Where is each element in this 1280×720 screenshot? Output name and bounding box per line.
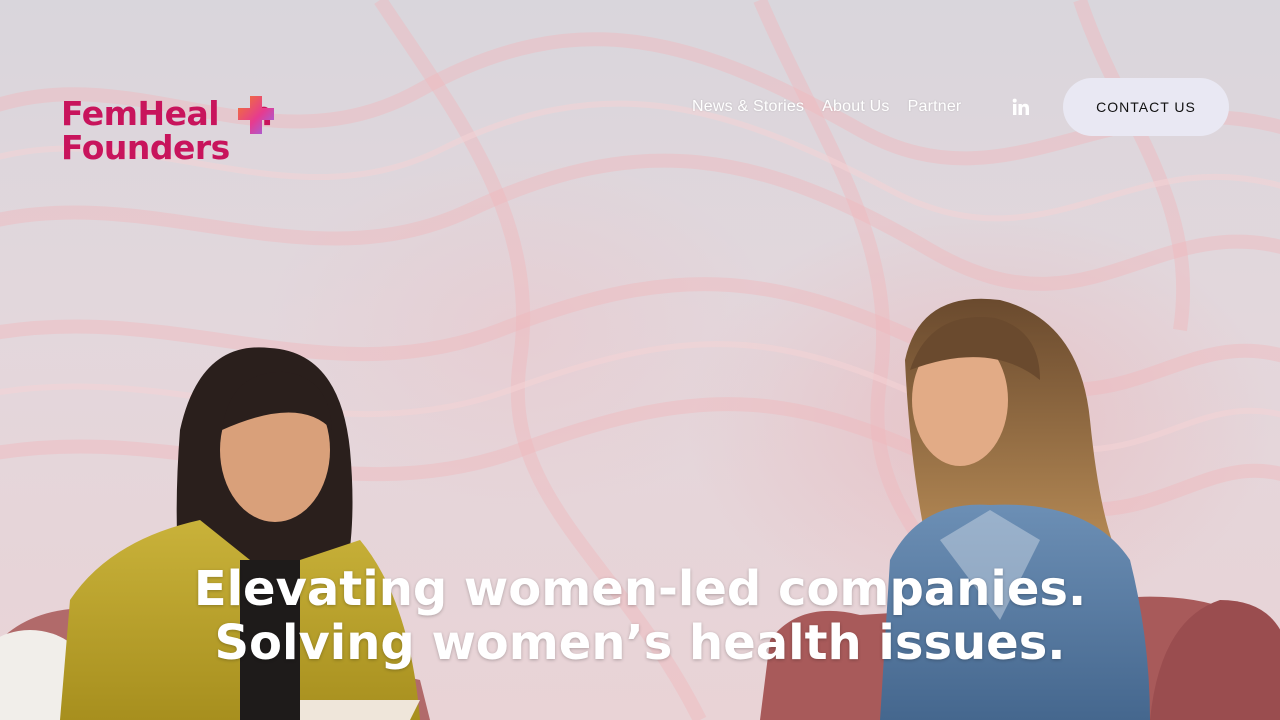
headline-line-2: Solving women’s health issues. <box>214 615 1066 671</box>
headline-line-1: Elevating women-led companies. <box>193 561 1087 617</box>
hero-headline: Elevating women-led companies. Solving w… <box>0 562 1280 670</box>
logo-plus-icon <box>238 96 274 134</box>
hero-section: FemHealh Founders News & Stories About U… <box>0 0 1280 720</box>
contact-us-button[interactable]: CONTACT US <box>1063 78 1229 136</box>
logo-text-line2: Founders <box>61 128 230 167</box>
main-navigation: News & Stories About Us Partner <box>692 96 961 118</box>
linkedin-icon[interactable] <box>1012 98 1030 116</box>
femhealth-founders-logo[interactable]: FemHealh Founders <box>61 96 301 168</box>
nav-about-us[interactable]: About Us <box>822 96 889 118</box>
nav-news-stories[interactable]: News & Stories <box>692 96 804 118</box>
nav-partner[interactable]: Partner <box>908 96 962 118</box>
